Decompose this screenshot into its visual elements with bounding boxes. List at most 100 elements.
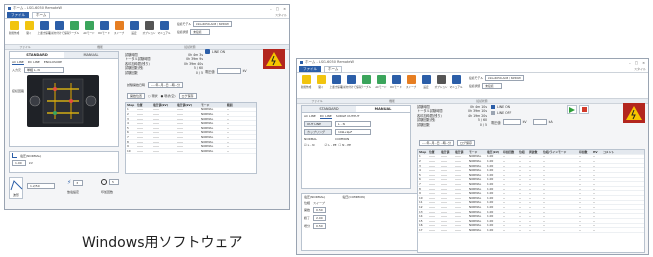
secondary-ribbon-button-5[interactable]: ACモード [375,75,387,89]
secondary-column-header[interactable]: モード [468,150,486,154]
tab-standard[interactable]: STANDARD [10,52,64,58]
secondary-column-header[interactable]: 電圧値 [454,150,468,154]
ribbon-button-3[interactable]: 名前を付けて保存 [49,21,69,35]
secondary-maximize-button[interactable]: □ [635,61,638,65]
secondary-tab-manual[interactable]: MANUAL [356,106,410,112]
sweep-step-input[interactable]: 0.50 [313,223,326,229]
secondary-table-cell: -- [503,209,506,214]
secondary-log-save-button[interactable]: ログ保存 [456,140,475,146]
ribbon-button-8[interactable]: 設定 [128,21,140,35]
current-unit: kA [548,120,553,124]
secondary-ribbon-button-8[interactable]: 設定 [420,75,432,89]
maximize-button[interactable]: □ [276,7,279,11]
secondary-column-header[interactable]: 位置 [428,150,440,154]
secondary-tab-dc-line[interactable]: DC LINE [319,114,332,119]
ribbon-button-4[interactable]: テーブル [68,21,80,35]
conn-select[interactable]: 未接続 [190,29,211,35]
secondary-column-header[interactable]: Step [418,150,428,154]
secondary-ribbon-button-9[interactable]: オプション [435,75,447,89]
count-input[interactable]: 5 [109,179,119,185]
secondary-table-cell: -- [503,186,506,191]
secondary-column-header[interactable]: 周波数 [528,150,542,154]
column-header[interactable]: Step [126,103,136,107]
secondary-table-row[interactable]: 17 ------ ------ ------ NORMAL 1.00 -- -- -- -- --… [418,228,644,233]
minimize-button[interactable]: – [270,7,272,11]
out-line-select[interactable]: L - N [335,121,371,127]
secondary-minimize-button[interactable]: – [629,61,631,65]
filter-current-empty-radio[interactable]: ● 現状(空) [161,94,176,98]
tab-enclosure[interactable]: ENCLOSURE [44,60,62,65]
input-source-select[interactable]: 単相 L, N [24,67,65,73]
column-header[interactable]: モード [200,103,226,107]
normal-checkboxes[interactable]: ☑ L - N [304,143,315,147]
start-button[interactable] [567,105,577,114]
file-tab[interactable]: ファイル [7,12,29,18]
tab-dc-line[interactable]: DC LINE [28,60,40,65]
secondary-column-header[interactable]: 電圧値 [440,150,454,154]
filter-current-radio[interactable]: ○ 現状 [148,94,158,98]
tab-ac-line[interactable]: AC LINE [12,60,24,65]
secondary-ribbon-button-7[interactable]: スイープ [405,75,417,89]
secondary-model-select[interactable]: LSG-6050-AC8 / 6050W [485,75,524,81]
ribbon-button-10[interactable]: マニュアル [158,21,170,35]
secondary-start-date-row: ----年--月--日 --時--分 ログ保存 [417,139,477,147]
model-select[interactable]: LSG-6050-AC8 / 6050W [193,21,232,27]
ribbon-button-0[interactable]: 新規作成 [8,21,20,35]
log-save-button[interactable]: ログ保存 [178,93,197,99]
secondary-table-cell: -- [529,186,532,191]
column-header[interactable]: 範囲 [226,103,238,107]
secondary-file-tab[interactable]: ファイル [299,66,321,72]
secondary-column-header[interactable]: コメント [602,150,626,154]
secondary-column-header[interactable]: 印加数 [578,150,592,154]
table-cell: NORMAL [201,116,214,121]
column-header[interactable]: 電圧値(kV) [152,103,176,107]
secondary-column-header[interactable]: 位相/ラインモード [542,150,578,154]
secondary-ribbon-button-10[interactable]: マニュアル [450,75,462,89]
secondary-close-button[interactable]: × [642,61,645,65]
secondary-tab-surge-output[interactable]: SURGE OUTPUT [336,114,360,119]
ribbon-button-6[interactable]: DCモード [98,21,110,35]
secondary-stat-row: 試験回数 0 / 5 [417,123,487,127]
secondary-home-tab[interactable]: ホーム [324,65,343,73]
ribbon-button-9[interactable]: オプション [143,21,155,35]
secondary-style-menu[interactable]: スタイル [634,67,646,71]
coupling-select[interactable]: 10Ω+9μF [335,129,371,135]
column-header[interactable]: 電圧値(kV) [176,103,200,107]
ribbon-button-1[interactable]: 開く [23,21,35,35]
secondary-table-cell: -- [593,195,596,200]
secondary-ribbon-button-6[interactable]: DCモード [390,75,402,89]
secondary-table-cell: -- [529,158,532,163]
common-checkboxes[interactable]: ☑ L - PE ☐ N - PE [325,143,352,147]
secondary-ribbon-button-1[interactable]: 開く [315,75,327,89]
secondary-conn-select[interactable]: 未接続 [482,83,503,89]
secondary-column-header[interactable]: HV [592,150,602,154]
ribbon-icon-6 [99,21,109,30]
home-tab[interactable]: ホーム [32,11,51,19]
discharge-label: 放電設定 [67,190,80,194]
secondary-column-header[interactable]: 電圧(kV) [486,150,502,154]
wave-button[interactable]: 波形 [9,177,23,199]
sweep-end-input[interactable]: 2.00 [313,215,326,221]
sweep-start-input[interactable]: 0.50 [313,207,326,213]
secondary-table-cell: 1.00 [487,195,494,200]
filter-start-button[interactable]: 開始位置 [127,93,146,99]
secondary-column-header[interactable]: 位相 [518,150,528,154]
ribbon-button-7[interactable]: スイープ [113,21,125,35]
secondary-tab-ac-line[interactable]: AC LINE [304,114,316,119]
ribbon-button-5[interactable]: ACモード [83,21,95,35]
voltage-input[interactable]: 1.00 [12,160,26,166]
secondary-ribbon-button-4[interactable]: テーブル [360,75,372,89]
secondary-ribbon-button-0[interactable]: 新規作成 [300,75,312,89]
speed-select[interactable]: 1.2/50 [27,183,55,189]
close-button[interactable]: × [283,7,286,11]
secondary-ribbon-icon-2 [331,75,341,84]
secondary-tab-standard[interactable]: STANDARD [302,106,356,112]
table-row[interactable]: 10 ------ ------ ------ NORMAL -- [126,149,256,154]
tab-manual[interactable]: MANUAL [64,52,118,58]
secondary-column-header[interactable]: 印加回数 [502,150,518,154]
stop-button[interactable] [579,105,589,114]
secondary-ribbon-button-3[interactable]: 名前を付けて保存 [341,75,361,89]
discharge-input[interactable]: 3 [73,179,84,186]
column-header[interactable]: 位置 [136,103,152,107]
style-menu[interactable]: スタイル [275,13,287,17]
